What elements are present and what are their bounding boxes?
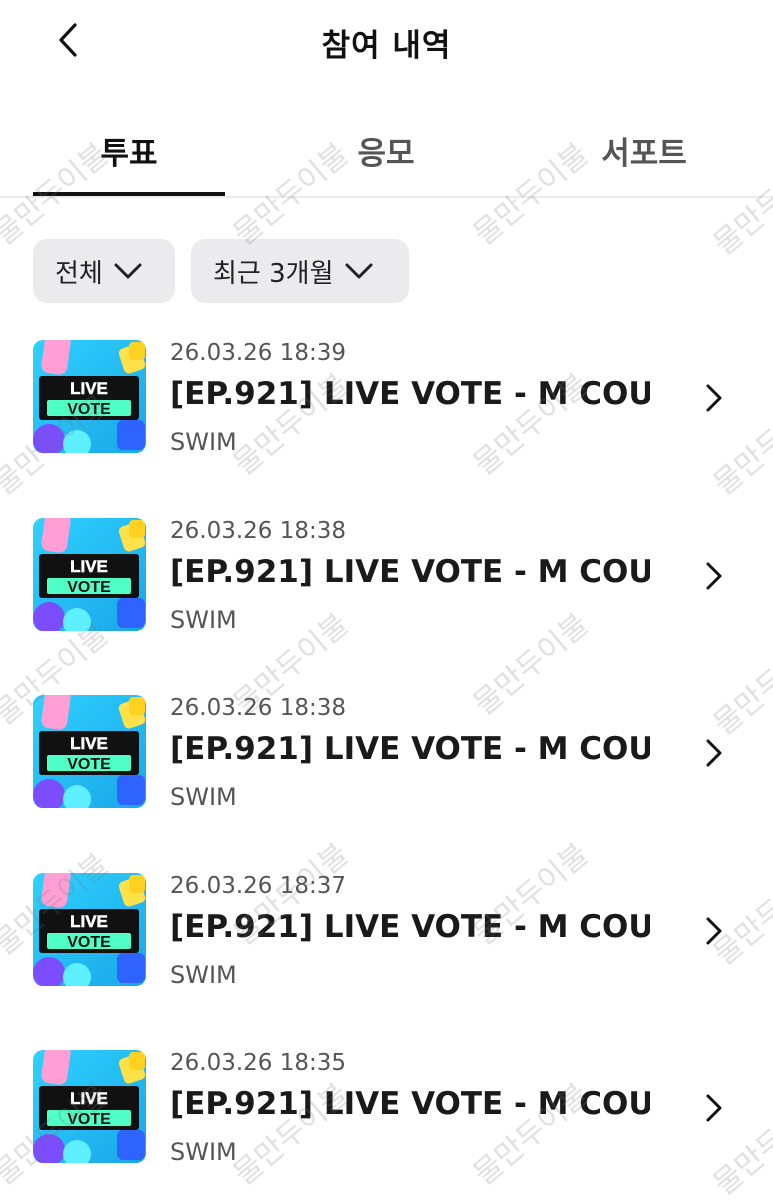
svg-text:VOTE: VOTE [67, 401, 111, 418]
svg-text:LIVE: LIVE [70, 379, 108, 398]
filter-type-dropdown[interactable]: 전체 [33, 239, 175, 303]
chevron-right-icon [706, 384, 722, 412]
participation-list: LIVE VOTE 26.03.26 18:39 [EP.921] LIVE V… [0, 338, 773, 1200]
svg-text:LIVE: LIVE [70, 1089, 108, 1108]
item-subtitle: SWIM [170, 960, 237, 989]
item-title: [EP.921] LIVE VOTE - M COUN... [170, 1086, 650, 1122]
filter-period-dropdown[interactable]: 최근 3개월 [191, 239, 409, 303]
chevron-right-icon [706, 1094, 722, 1122]
list-item[interactable]: LIVE VOTE 26.03.26 18:38 [EP.921] LIVE V… [0, 516, 773, 694]
tab-support[interactable]: 서포트 [548, 128, 740, 173]
svg-text:VOTE: VOTE [67, 1111, 111, 1128]
list-item[interactable]: LIVE VOTE 26.03.26 18:35 [EP.921] LIVE V… [0, 1048, 773, 1200]
event-thumbnail: LIVE VOTE [33, 695, 146, 808]
svg-text:VOTE: VOTE [67, 579, 111, 596]
list-item[interactable]: LIVE VOTE 26.03.26 18:38 [EP.921] LIVE V… [0, 693, 773, 871]
filter-period-label: 최근 3개월 [213, 258, 334, 289]
item-title: [EP.921] LIVE VOTE - M COUN... [170, 908, 650, 945]
svg-text:VOTE: VOTE [67, 934, 111, 951]
item-date: 26.03.26 18:39 [170, 340, 347, 366]
item-title: [EP.921] LIVE VOTE - M COUN... [170, 376, 650, 412]
chevron-right-icon [706, 917, 722, 944]
page-title: 참여 내역 [321, 28, 452, 64]
item-title: [EP.921] LIVE VOTE - M COUN... [170, 731, 650, 767]
chevron-right-icon [706, 739, 722, 767]
event-thumbnail: LIVE VOTE [33, 340, 146, 453]
item-title: [EP.921] LIVE VOTE - M COUN... [170, 553, 650, 590]
event-thumbnail: LIVE VOTE [33, 872, 146, 986]
chevron-right-icon [706, 562, 722, 589]
active-tab-indicator [33, 192, 225, 196]
list-item[interactable]: LIVE VOTE 26.03.26 18:37 [EP.921] LIVE V… [0, 871, 773, 1049]
event-thumbnail: LIVE VOTE [33, 517, 146, 631]
item-subtitle: SWIM [170, 605, 237, 634]
item-date: 26.03.26 18:38 [170, 517, 347, 544]
svg-text:VOTE: VOTE [67, 756, 111, 773]
filter-bar: 전체 최근 3개월 [33, 239, 409, 303]
filter-type-label: 전체 [55, 258, 103, 289]
tab-bar: 투표 응모 서포트 [0, 118, 773, 198]
chevron-down-icon [114, 263, 142, 279]
tab-vote[interactable]: 투표 [33, 128, 225, 173]
list-item[interactable]: LIVE VOTE 26.03.26 18:39 [EP.921] LIVE V… [0, 338, 773, 516]
svg-text:LIVE: LIVE [70, 912, 108, 931]
svg-text:LIVE: LIVE [70, 557, 108, 576]
event-thumbnail: LIVE VOTE [33, 1050, 146, 1163]
tab-entry[interactable]: 응모 [290, 128, 482, 173]
top-bar: 참여 내역 [0, 0, 773, 80]
item-subtitle: SWIM [170, 1138, 237, 1166]
svg-text:LIVE: LIVE [70, 734, 108, 753]
item-subtitle: SWIM [170, 428, 237, 456]
item-date: 26.03.26 18:37 [170, 872, 347, 899]
chevron-down-icon [345, 263, 372, 279]
item-subtitle: SWIM [170, 783, 237, 811]
item-date: 26.03.26 18:38 [170, 695, 347, 721]
item-date: 26.03.26 18:35 [170, 1050, 347, 1076]
